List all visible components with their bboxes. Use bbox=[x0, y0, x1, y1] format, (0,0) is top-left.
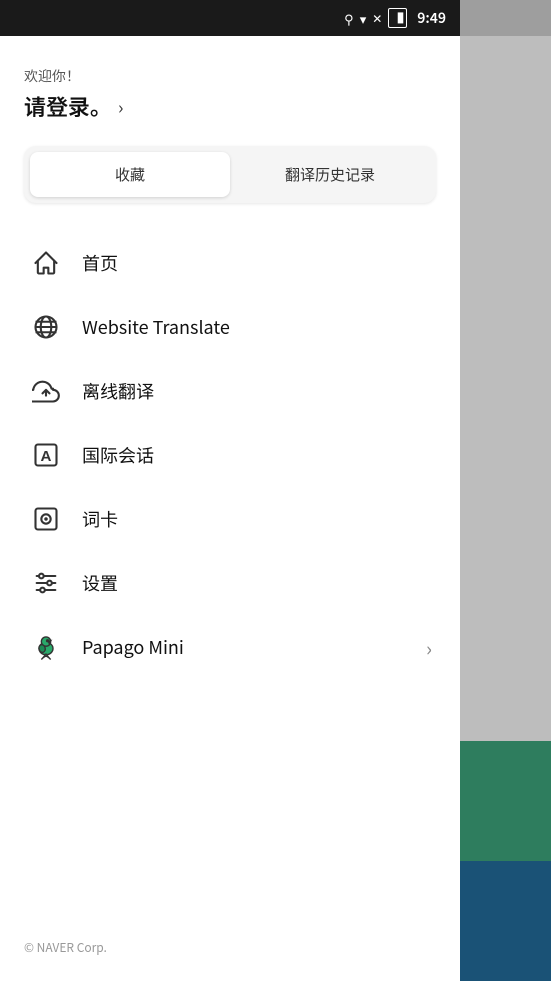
panel-green bbox=[460, 741, 551, 861]
nav-item-conversation[interactable]: A 国际会话 bbox=[24, 423, 436, 487]
nav-label-papago: Papago Mini bbox=[82, 634, 184, 660]
nav-list: 首页 Website Translate bbox=[24, 231, 436, 679]
home-icon bbox=[28, 245, 64, 281]
panel-gray-top bbox=[460, 0, 551, 36]
globe-icon bbox=[28, 309, 64, 345]
footer: © NAVER Corp. bbox=[24, 917, 436, 965]
welcome-text: 欢迎你！ bbox=[24, 66, 436, 86]
nav-label-conversation: 国际会话 bbox=[82, 442, 154, 468]
svg-text:A: A bbox=[41, 448, 52, 465]
nav-label-website-translate: Website Translate bbox=[82, 314, 230, 340]
login-row[interactable]: 请登录。 › bbox=[24, 90, 436, 122]
nav-label-flashcard: 词卡 bbox=[82, 506, 118, 532]
tab-bar: 收藏 翻译历史记录 bbox=[24, 146, 436, 203]
login-arrow-icon: › bbox=[118, 94, 123, 120]
wifi-icon: ▾ bbox=[360, 9, 367, 28]
tab-history[interactable]: 翻译历史记录 bbox=[230, 152, 430, 197]
nav-item-settings[interactable]: 设置 bbox=[24, 551, 436, 615]
right-panel bbox=[460, 0, 551, 981]
location-icon: ⚲ bbox=[344, 9, 354, 28]
panel-dark-blue bbox=[460, 861, 551, 981]
main-panel: ⚲ ▾ ✕ ▐ 9:49 欢迎你！ 请登录。 › 收藏 翻译历史记录 bbox=[0, 0, 460, 981]
nav-item-offline[interactable]: 离线翻译 bbox=[24, 359, 436, 423]
sliders-icon bbox=[28, 565, 64, 601]
login-section: 欢迎你！ 请登录。 › bbox=[24, 66, 436, 122]
copyright-text: © NAVER Corp. bbox=[24, 939, 107, 956]
status-time: 9:49 bbox=[417, 8, 446, 28]
battery-icon: ▐ bbox=[388, 8, 407, 28]
nav-item-flashcard[interactable]: 词卡 bbox=[24, 487, 436, 551]
content-area: 欢迎你！ 请登录。 › 收藏 翻译历史记录 首页 bbox=[0, 36, 460, 981]
nav-item-home[interactable]: 首页 bbox=[24, 231, 436, 295]
nav-item-website-translate[interactable]: Website Translate bbox=[24, 295, 436, 359]
papago-icon bbox=[28, 629, 64, 665]
card-icon bbox=[28, 501, 64, 537]
panel-gray-mid bbox=[460, 36, 551, 741]
cloud-icon bbox=[28, 373, 64, 409]
status-bar: ⚲ ▾ ✕ ▐ 9:49 bbox=[0, 0, 460, 36]
nav-label-offline: 离线翻译 bbox=[82, 378, 154, 404]
signal-icon: ✕ bbox=[372, 10, 382, 27]
nav-label-settings: 设置 bbox=[82, 570, 118, 596]
nav-item-papago[interactable]: Papago Mini › bbox=[24, 615, 436, 679]
login-prompt: 请登录。 bbox=[24, 90, 112, 122]
papago-chevron-icon: › bbox=[426, 633, 432, 662]
nav-label-home: 首页 bbox=[82, 250, 118, 276]
font-icon: A bbox=[28, 437, 64, 473]
tab-favorites[interactable]: 收藏 bbox=[30, 152, 230, 197]
